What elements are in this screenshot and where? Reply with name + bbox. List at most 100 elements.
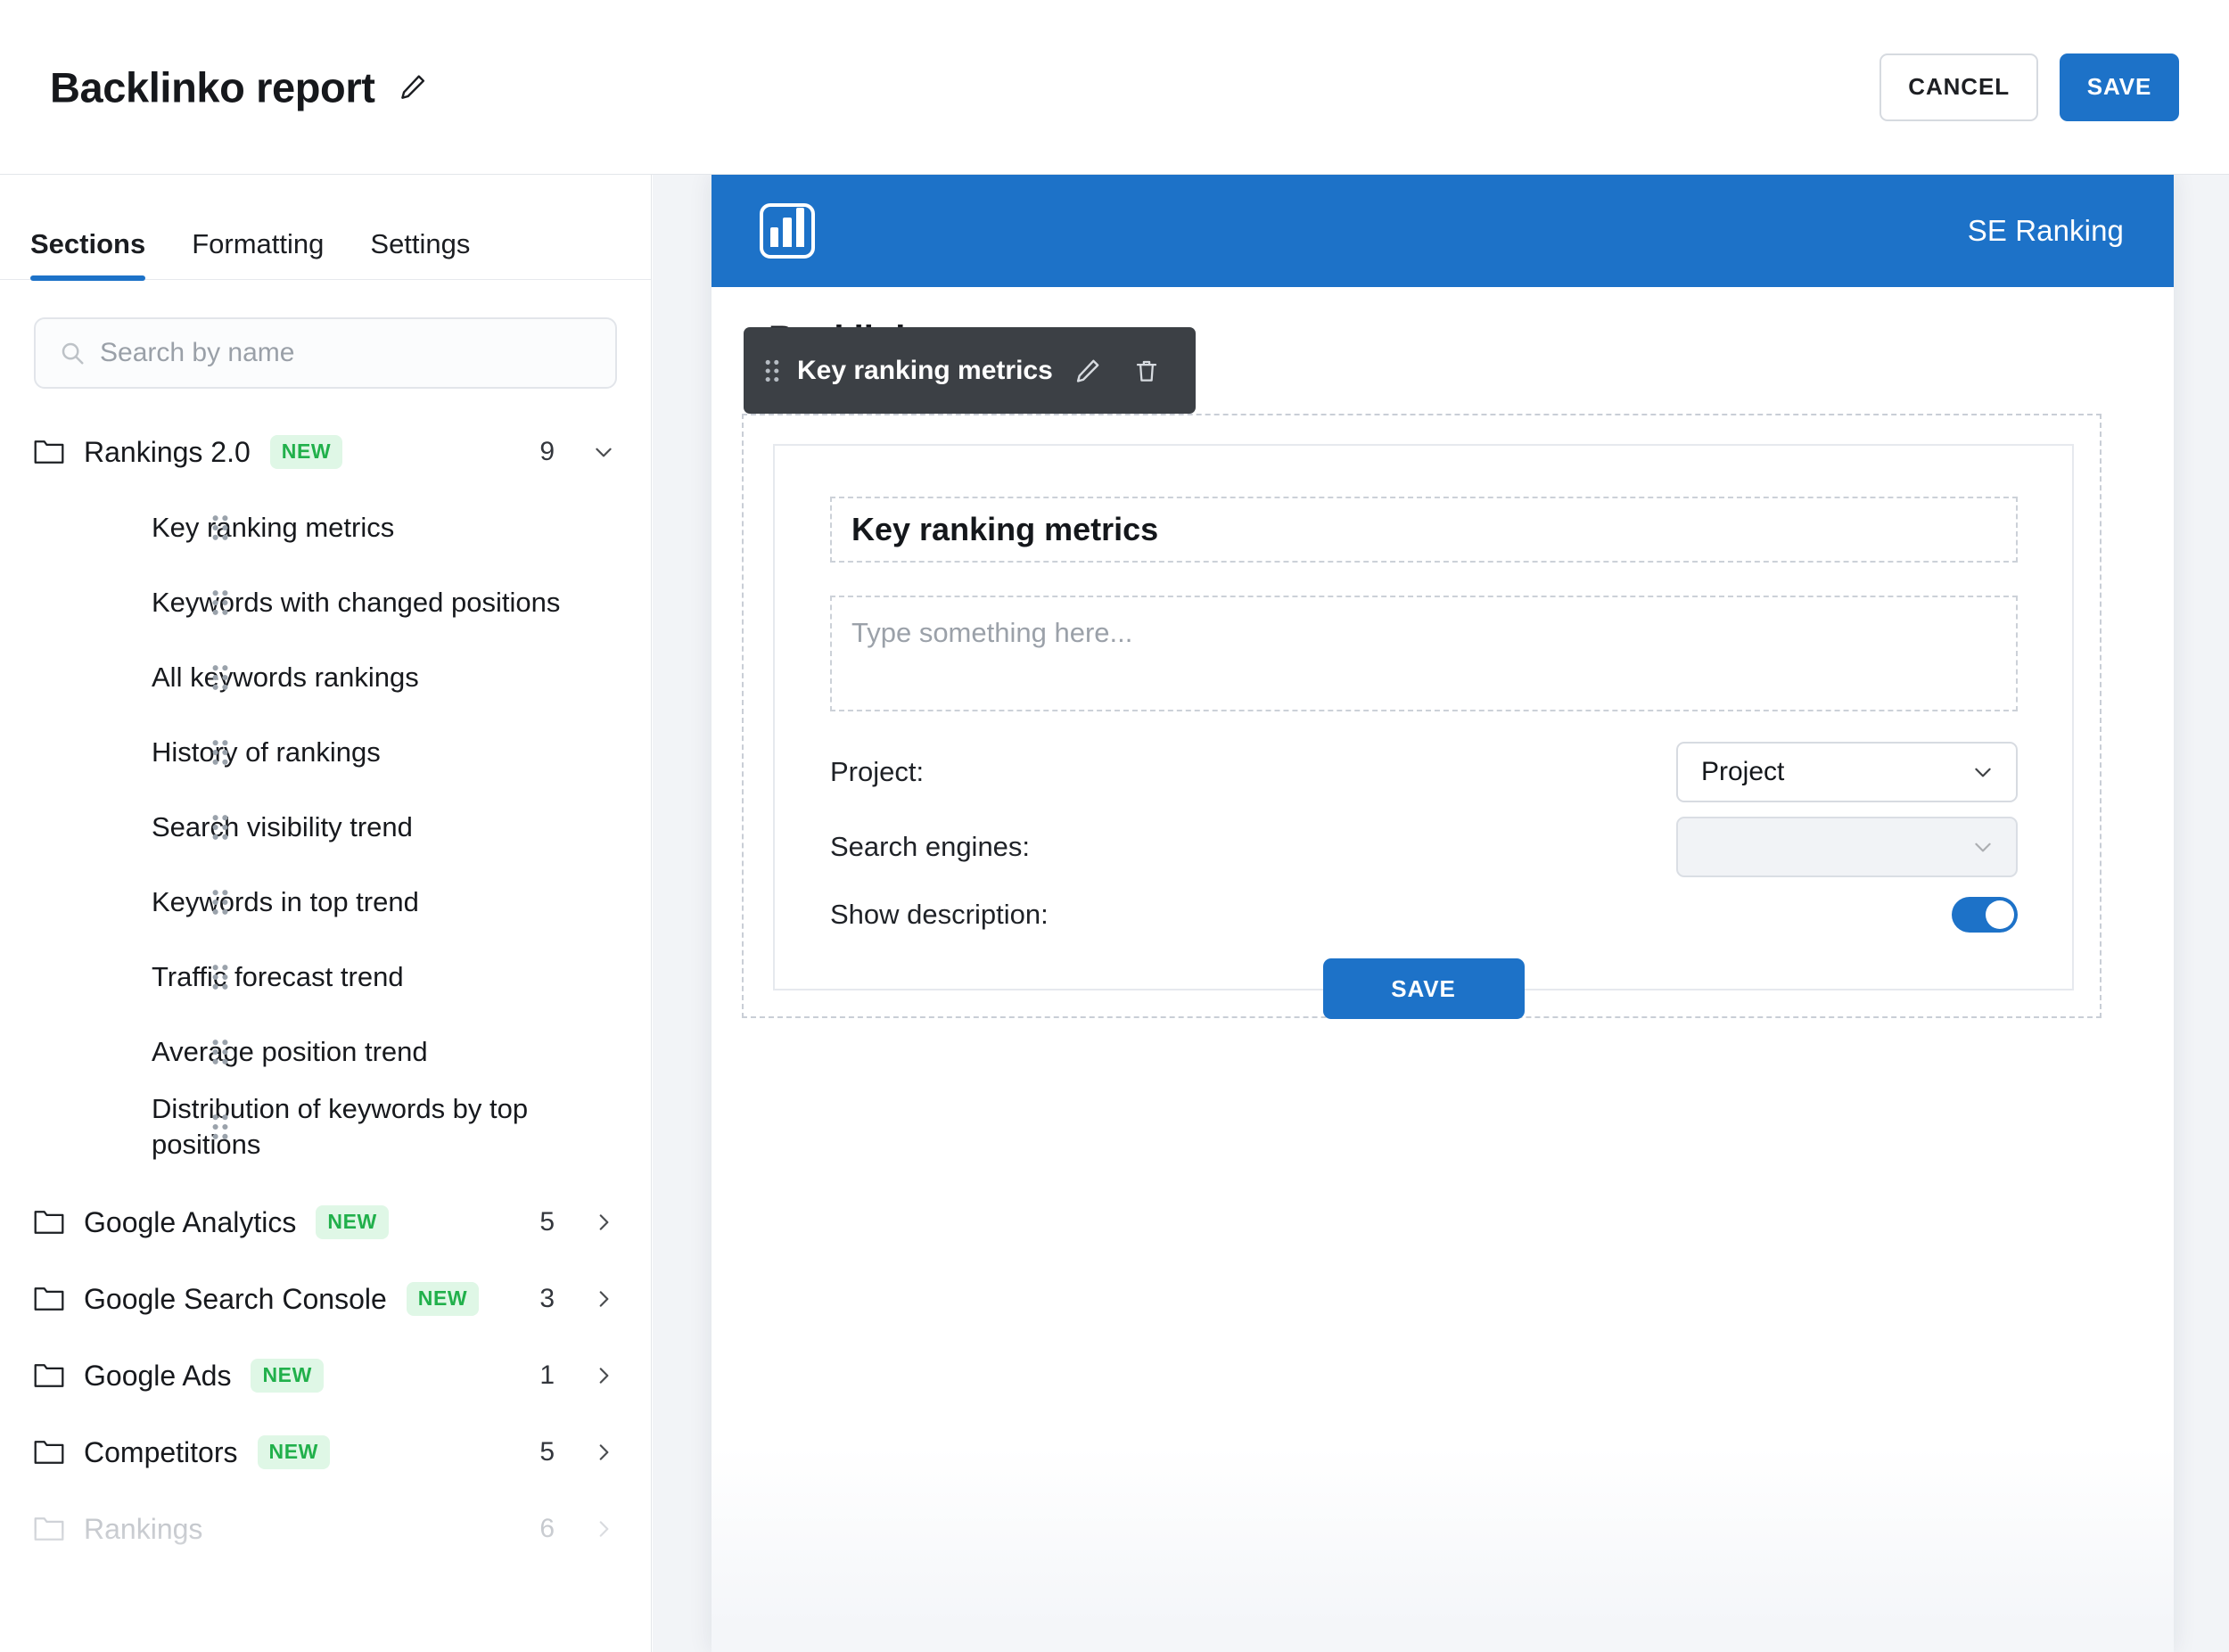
folder-rankings[interactable]: Rankings 6 bbox=[0, 1491, 651, 1567]
project-select-value: Project bbox=[1701, 757, 1785, 786]
project-row: Project: Project bbox=[830, 742, 2018, 802]
sidebar: Sections Formatting Settings Rankings 2.… bbox=[0, 175, 652, 1652]
folder-label: Rankings 2.0 bbox=[84, 435, 251, 468]
folder-icon bbox=[34, 1209, 64, 1236]
app-topbar: Backlinko report CANCEL SAVE bbox=[0, 0, 2229, 175]
block-toolbar-title: Key ranking metrics bbox=[797, 355, 1053, 385]
search-engines-row: Search engines: bbox=[830, 817, 2018, 877]
search-input[interactable] bbox=[36, 319, 615, 387]
logo-bar-3 bbox=[795, 208, 804, 247]
widget-description-placeholder: Type something here... bbox=[851, 617, 1133, 648]
project-select-wrap: Project bbox=[1676, 742, 2018, 802]
topbar-actions: CANCEL SAVE bbox=[1879, 53, 2179, 121]
chevron-down-icon[interactable] bbox=[592, 440, 615, 464]
list-item[interactable]: Keywords with changed positions bbox=[0, 565, 651, 640]
selected-block[interactable]: Key ranking metrics Type something here.… bbox=[742, 414, 2102, 1019]
widget-description-field[interactable]: Type something here... bbox=[830, 596, 2018, 711]
toggle-knob bbox=[1986, 900, 2014, 929]
list-item-label: Key ranking metrics bbox=[152, 512, 395, 544]
folder-rankings-2-0[interactable]: Rankings 2.0 NEW 9 bbox=[0, 414, 651, 490]
report-brand-header: SE Ranking bbox=[711, 175, 2174, 287]
tab-formatting[interactable]: Formatting bbox=[192, 230, 324, 279]
widget-title-text: Key ranking metrics bbox=[851, 511, 1159, 547]
widget-card: Key ranking metrics Type something here.… bbox=[773, 444, 2074, 1019]
folder-icon bbox=[34, 1362, 64, 1389]
drag-handle-icon[interactable] bbox=[212, 814, 228, 841]
list-item-label: Distribution of keywords by top position… bbox=[152, 1093, 529, 1160]
drag-handle-icon[interactable] bbox=[212, 589, 228, 616]
trash-icon[interactable] bbox=[1123, 347, 1171, 395]
chevron-right-icon[interactable] bbox=[592, 1287, 615, 1311]
folder-label: Google Analytics bbox=[84, 1205, 297, 1238]
widget-save-button[interactable]: SAVE bbox=[1322, 958, 1525, 1019]
report-body: Backlinko report Key ranking metrics bbox=[711, 287, 2174, 1019]
drag-handle-icon[interactable] bbox=[212, 514, 228, 541]
list-item[interactable]: Average position trend bbox=[0, 1015, 651, 1089]
drag-handle-icon[interactable] bbox=[212, 889, 228, 916]
folder-count: 9 bbox=[539, 437, 555, 466]
drag-handle-icon[interactable] bbox=[765, 358, 779, 383]
show-description-toggle[interactable] bbox=[1952, 897, 2018, 933]
pencil-icon[interactable] bbox=[1064, 347, 1112, 395]
list-item-label: All keywords rankings bbox=[152, 662, 419, 694]
folder-label: Competitors bbox=[84, 1435, 238, 1468]
tab-sections[interactable]: Sections bbox=[30, 230, 146, 281]
folder-icon bbox=[34, 439, 64, 465]
search-engines-label: Search engines: bbox=[830, 831, 1031, 862]
folder-count: 6 bbox=[539, 1514, 555, 1543]
list-item-label: Average position trend bbox=[152, 1036, 428, 1068]
drag-handle-icon[interactable] bbox=[212, 739, 228, 766]
brand-name: SE Ranking bbox=[1967, 214, 2124, 247]
list-item[interactable]: Search visibility trend bbox=[0, 790, 651, 865]
cancel-button[interactable]: CANCEL bbox=[1879, 53, 2038, 121]
chevron-right-icon[interactable] bbox=[592, 1364, 615, 1387]
list-item[interactable]: Distribution of keywords by top position… bbox=[0, 1089, 651, 1164]
chevron-right-icon[interactable] bbox=[592, 1517, 615, 1541]
list-item-label: Search visibility trend bbox=[152, 811, 413, 843]
badge-new: NEW bbox=[257, 1435, 330, 1469]
widget-title-field[interactable]: Key ranking metrics bbox=[830, 497, 2018, 563]
chevron-right-icon[interactable] bbox=[592, 1441, 615, 1464]
folder-google-search-console[interactable]: Google Search Console NEW 3 bbox=[0, 1261, 651, 1337]
list-item[interactable]: Traffic forecast trend bbox=[0, 940, 651, 1015]
project-select[interactable]: Project bbox=[1676, 742, 2018, 802]
drag-handle-icon[interactable] bbox=[212, 964, 228, 990]
drag-handle-icon[interactable] bbox=[212, 664, 228, 691]
list-item-label: History of rankings bbox=[152, 736, 381, 768]
folder-icon bbox=[34, 1516, 64, 1542]
document-scroll-fade bbox=[711, 1447, 2174, 1652]
drag-handle-icon[interactable] bbox=[212, 1114, 228, 1140]
list-item-label: Keywords in top trend bbox=[152, 886, 419, 918]
save-button[interactable]: SAVE bbox=[2060, 53, 2179, 121]
search-engines-select-wrap bbox=[1676, 817, 2018, 877]
badge-new: NEW bbox=[406, 1282, 480, 1316]
show-description-row: Show description: bbox=[830, 897, 2018, 933]
tab-settings[interactable]: Settings bbox=[370, 230, 470, 279]
folder-google-ads[interactable]: Google Ads NEW 1 bbox=[0, 1337, 651, 1414]
badge-new: NEW bbox=[251, 1359, 324, 1393]
badge-new: NEW bbox=[269, 435, 343, 469]
pencil-icon[interactable] bbox=[398, 72, 428, 103]
page-title: Backlinko report bbox=[50, 63, 375, 111]
drag-handle-icon[interactable] bbox=[212, 1039, 228, 1065]
project-label: Project: bbox=[830, 756, 925, 787]
search-box[interactable] bbox=[34, 317, 617, 389]
list-item[interactable]: Keywords in top trend bbox=[0, 865, 651, 940]
folder-competitors[interactable]: Competitors NEW 5 bbox=[0, 1414, 651, 1491]
list-item[interactable]: Key ranking metrics bbox=[0, 490, 651, 565]
folder-count: 5 bbox=[539, 1437, 555, 1467]
folder-count: 1 bbox=[539, 1360, 555, 1390]
list-item[interactable]: All keywords rankings bbox=[0, 640, 651, 715]
list-item[interactable]: History of rankings bbox=[0, 715, 651, 790]
folder-count: 3 bbox=[539, 1284, 555, 1313]
sections-tree: Rankings 2.0 NEW 9 Key ranking metrics K… bbox=[0, 389, 651, 1567]
folder-label: Google Ads bbox=[84, 1359, 232, 1392]
report-document: SE Ranking Backlinko report Key ranking … bbox=[711, 175, 2174, 1652]
list-item-label: Keywords with changed positions bbox=[152, 587, 561, 619]
logo-bar-2 bbox=[783, 218, 792, 247]
show-description-label: Show description: bbox=[830, 899, 1049, 930]
folder-label: Google Search Console bbox=[84, 1282, 387, 1315]
chevron-right-icon[interactable] bbox=[592, 1211, 615, 1234]
badge-new: NEW bbox=[316, 1205, 389, 1239]
folder-google-analytics[interactable]: Google Analytics NEW 5 bbox=[0, 1184, 651, 1261]
